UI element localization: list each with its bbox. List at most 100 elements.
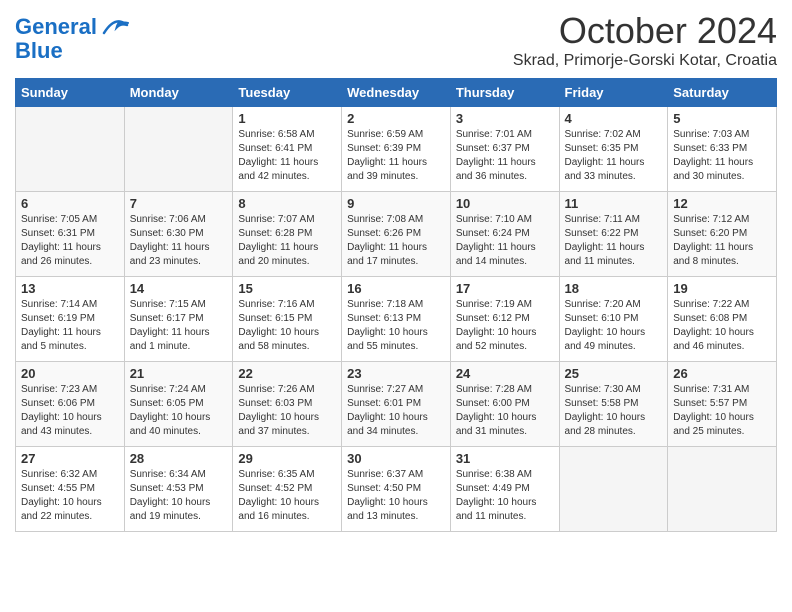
day-number: 7 — [130, 196, 228, 211]
day-info: Sunrise: 6:59 AMSunset: 6:39 PMDaylight:… — [347, 128, 445, 184]
day-info: Sunrise: 7:18 AMSunset: 6:13 PMDaylight:… — [347, 298, 445, 354]
calendar-cell: 18Sunrise: 7:20 AMSunset: 6:10 PMDayligh… — [559, 277, 668, 362]
day-number: 2 — [347, 111, 445, 126]
day-info: Sunrise: 7:16 AMSunset: 6:15 PMDaylight:… — [238, 298, 336, 354]
calendar-cell: 25 Sunrise: 7:30 AMSunset: 5:58 PMDayligh… — [559, 362, 668, 447]
calendar-cell: 30 Sunrise: 6:37 AMSunset: 4:50 PMDayligh… — [342, 447, 451, 532]
day-info: Sunrise: 7:14 AMSunset: 6:19 PMDaylight:… — [21, 298, 119, 354]
day-number: 26 — [673, 366, 771, 381]
location-title: Skrad, Primorje-Gorski Kotar, Croatia — [513, 52, 777, 70]
title-section: October 2024 Skrad, Primorje-Gorski Kota… — [513, 10, 777, 70]
calendar-cell: 5 Sunrise: 7:03 AMSunset: 6:33 PMDaylight… — [668, 107, 777, 192]
day-info: Sunrise: 6:38 AMSunset: 4:49 PMDaylight:… — [456, 468, 554, 524]
calendar-cell: 14 Sunrise: 7:15 AMSunset: 6:17 PMDayligh… — [124, 277, 233, 362]
calendar-cell: 9Sunrise: 7:08 AMSunset: 6:26 PMDaylight… — [342, 192, 451, 277]
calendar-cell: 19 Sunrise: 7:22 AMSunset: 6:08 PMDayligh… — [668, 277, 777, 362]
weekday-header-saturday: Saturday — [668, 79, 777, 107]
day-number: 11 — [565, 196, 663, 211]
day-info: Sunrise: 7:10 AMSunset: 6:24 PMDaylight:… — [456, 213, 554, 269]
calendar-cell: 13 Sunrise: 7:14 AMSunset: 6:19 PMDayligh… — [16, 277, 125, 362]
day-info: Sunrise: 7:30 AMSunset: 5:58 PMDaylight:… — [565, 383, 663, 439]
day-number: 20 — [21, 366, 119, 381]
day-number: 6 — [21, 196, 119, 211]
calendar-cell: 20Sunrise: 7:23 AMSunset: 6:06 PMDayligh… — [16, 362, 125, 447]
calendar-cell: 11 Sunrise: 7:11 AMSunset: 6:22 PMDayligh… — [559, 192, 668, 277]
calendar-cell: 8 Sunrise: 7:07 AMSunset: 6:28 PMDaylight… — [233, 192, 342, 277]
calendar-cell: 17 Sunrise: 7:19 AMSunset: 6:12 PMDayligh… — [450, 277, 559, 362]
calendar-cell: 1Sunrise: 6:58 AMSunset: 6:41 PMDaylight… — [233, 107, 342, 192]
week-row-1: 1Sunrise: 6:58 AMSunset: 6:41 PMDaylight… — [16, 107, 777, 192]
weekday-header-friday: Friday — [559, 79, 668, 107]
day-number: 17 — [456, 281, 554, 296]
day-number: 1 — [238, 111, 336, 126]
day-info: Sunrise: 7:22 AMSunset: 6:08 PMDaylight:… — [673, 298, 771, 354]
day-number: 16 — [347, 281, 445, 296]
day-info: Sunrise: 7:02 AMSunset: 6:35 PMDaylight:… — [565, 128, 663, 184]
page-header: General Blue October 2024 Skrad, Primorj… — [15, 10, 777, 70]
day-number: 3 — [456, 111, 554, 126]
calendar-cell: 2 Sunrise: 6:59 AMSunset: 6:39 PMDaylight… — [342, 107, 451, 192]
day-info: Sunrise: 7:28 AMSunset: 6:00 PMDaylight:… — [456, 383, 554, 439]
day-number: 25 — [565, 366, 663, 381]
calendar-cell — [124, 107, 233, 192]
day-number: 19 — [673, 281, 771, 296]
calendar-cell: 10 Sunrise: 7:10 AMSunset: 6:24 PMDayligh… — [450, 192, 559, 277]
day-info: Sunrise: 7:11 AMSunset: 6:22 PMDaylight:… — [565, 213, 663, 269]
day-info: Sunrise: 7:19 AMSunset: 6:12 PMDaylight:… — [456, 298, 554, 354]
calendar-cell: 29Sunrise: 6:35 AMSunset: 4:52 PMDayligh… — [233, 447, 342, 532]
day-number: 31 — [456, 451, 554, 466]
day-info: Sunrise: 7:31 AMSunset: 5:57 PMDaylight:… — [673, 383, 771, 439]
day-info: Sunrise: 6:32 AMSunset: 4:55 PMDaylight:… — [21, 468, 119, 524]
week-row-2: 6 Sunrise: 7:05 AMSunset: 6:31 PMDaylight… — [16, 192, 777, 277]
calendar-cell: 26 Sunrise: 7:31 AMSunset: 5:57 PMDayligh… — [668, 362, 777, 447]
calendar-cell: 3 Sunrise: 7:01 AMSunset: 6:37 PMDaylight… — [450, 107, 559, 192]
day-info: Sunrise: 6:37 AMSunset: 4:50 PMDaylight:… — [347, 468, 445, 524]
week-row-5: 27Sunrise: 6:32 AMSunset: 4:55 PMDayligh… — [16, 447, 777, 532]
day-number: 24 — [456, 366, 554, 381]
calendar-cell: 16 Sunrise: 7:18 AMSunset: 6:13 PMDayligh… — [342, 277, 451, 362]
day-info: Sunrise: 6:34 AMSunset: 4:53 PMDaylight:… — [130, 468, 228, 524]
day-number: 10 — [456, 196, 554, 211]
weekday-header-thursday: Thursday — [450, 79, 559, 107]
weekday-header-wednesday: Wednesday — [342, 79, 451, 107]
day-number: 12 — [673, 196, 771, 211]
day-number: 13 — [21, 281, 119, 296]
calendar-cell: 27Sunrise: 6:32 AMSunset: 4:55 PMDayligh… — [16, 447, 125, 532]
day-info: Sunrise: 7:05 AMSunset: 6:31 PMDaylight:… — [21, 213, 119, 269]
day-info: Sunrise: 7:01 AMSunset: 6:37 PMDaylight:… — [456, 128, 554, 184]
calendar-cell: 21 Sunrise: 7:24 AMSunset: 6:05 PMDayligh… — [124, 362, 233, 447]
day-number: 30 — [347, 451, 445, 466]
logo-icon — [99, 15, 129, 35]
day-info: Sunrise: 6:35 AMSunset: 4:52 PMDaylight:… — [238, 468, 336, 524]
day-number: 21 — [130, 366, 228, 381]
day-number: 8 — [238, 196, 336, 211]
day-number: 5 — [673, 111, 771, 126]
day-number: 18 — [565, 281, 663, 296]
week-row-4: 20Sunrise: 7:23 AMSunset: 6:06 PMDayligh… — [16, 362, 777, 447]
logo: General Blue — [15, 15, 129, 63]
calendar-cell: 12 Sunrise: 7:12 AMSunset: 6:20 PMDayligh… — [668, 192, 777, 277]
day-info: Sunrise: 7:03 AMSunset: 6:33 PMDaylight:… — [673, 128, 771, 184]
calendar-cell: 4 Sunrise: 7:02 AMSunset: 6:35 PMDaylight… — [559, 107, 668, 192]
calendar-cell: 22Sunrise: 7:26 AMSunset: 6:03 PMDayligh… — [233, 362, 342, 447]
calendar-table: SundayMondayTuesdayWednesdayThursdayFrid… — [15, 78, 777, 532]
day-info: Sunrise: 7:07 AMSunset: 6:28 PMDaylight:… — [238, 213, 336, 269]
month-title: October 2024 — [513, 10, 777, 52]
day-info: Sunrise: 7:27 AMSunset: 6:01 PMDaylight:… — [347, 383, 445, 439]
day-number: 28 — [130, 451, 228, 466]
day-number: 14 — [130, 281, 228, 296]
day-info: Sunrise: 7:15 AMSunset: 6:17 PMDaylight:… — [130, 298, 228, 354]
calendar-cell — [16, 107, 125, 192]
calendar-cell: 31 Sunrise: 6:38 AMSunset: 4:49 PMDayligh… — [450, 447, 559, 532]
day-number: 9 — [347, 196, 445, 211]
day-number: 4 — [565, 111, 663, 126]
day-info: Sunrise: 7:06 AMSunset: 6:30 PMDaylight:… — [130, 213, 228, 269]
calendar-cell: 15Sunrise: 7:16 AMSunset: 6:15 PMDayligh… — [233, 277, 342, 362]
calendar-cell — [559, 447, 668, 532]
day-info: Sunrise: 7:12 AMSunset: 6:20 PMDaylight:… — [673, 213, 771, 269]
day-info: Sunrise: 7:24 AMSunset: 6:05 PMDaylight:… — [130, 383, 228, 439]
calendar-cell — [668, 447, 777, 532]
day-number: 22 — [238, 366, 336, 381]
weekday-header-row: SundayMondayTuesdayWednesdayThursdayFrid… — [16, 79, 777, 107]
weekday-header-tuesday: Tuesday — [233, 79, 342, 107]
